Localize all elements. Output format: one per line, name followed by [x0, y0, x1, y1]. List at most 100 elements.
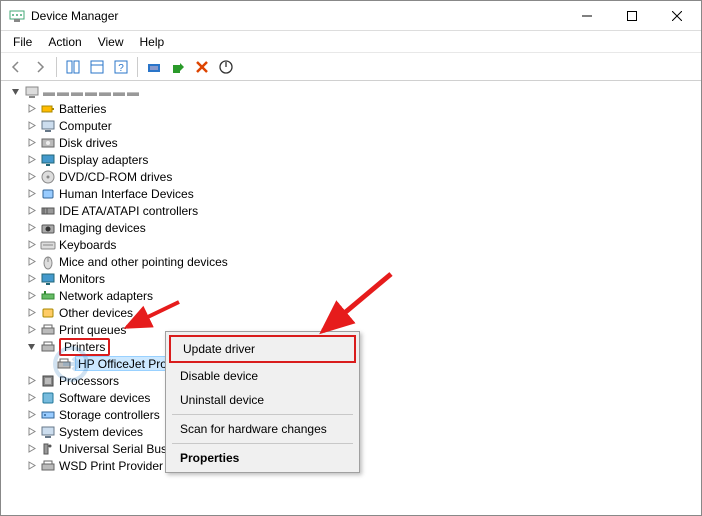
tree-category[interactable]: Human Interface Devices: [7, 185, 695, 202]
tree-category-label: Imaging devices: [59, 221, 146, 235]
device-category-icon: [40, 288, 56, 304]
chevron-right-icon[interactable]: [25, 205, 37, 217]
chevron-right-icon[interactable]: [25, 188, 37, 200]
ctx-update-driver[interactable]: Update driver: [169, 335, 356, 363]
titlebar: Device Manager: [1, 1, 701, 31]
toolbar-separator: [56, 57, 57, 77]
device-category-icon: [40, 237, 56, 253]
chevron-right-icon[interactable]: [25, 154, 37, 166]
device-category-icon: [40, 220, 56, 236]
chevron-down-icon[interactable]: [9, 86, 21, 98]
minimize-button[interactable]: [564, 2, 609, 30]
tree-category[interactable]: Computer: [7, 117, 695, 134]
device-category-icon: [40, 101, 56, 117]
tree-root-label: ▬▬▬▬▬▬▬: [43, 85, 141, 99]
printer-icon: [56, 356, 72, 372]
ctx-disable-device[interactable]: Disable device: [168, 364, 357, 388]
tree-category-label: Batteries: [59, 102, 106, 116]
device-category-icon: [40, 373, 56, 389]
device-category-icon: [40, 169, 56, 185]
svg-text:?: ?: [118, 63, 124, 74]
device-category-icon: [40, 305, 56, 321]
ctx-scan-hardware[interactable]: Scan for hardware changes: [168, 417, 357, 441]
chevron-right-icon[interactable]: [25, 256, 37, 268]
device-category-icon: [40, 424, 56, 440]
device-category-icon: [40, 339, 56, 355]
tree-category-label: Monitors: [59, 272, 105, 286]
uninstall-button[interactable]: [191, 56, 213, 78]
tree-category-label: System devices: [59, 425, 143, 439]
chevron-right-icon[interactable]: [25, 137, 37, 149]
device-category-icon: [40, 135, 56, 151]
tree-category[interactable]: DVD/CD-ROM drives: [7, 168, 695, 185]
device-category-icon: [40, 271, 56, 287]
tree-category-label: IDE ATA/ATAPI controllers: [59, 204, 198, 218]
ctx-separator: [172, 443, 353, 444]
chevron-right-icon[interactable]: [25, 443, 37, 455]
tree-category-label: Print queues: [59, 323, 126, 337]
forward-button[interactable]: [29, 56, 51, 78]
tree-category-label: DVD/CD-ROM drives: [59, 170, 172, 184]
properties-button[interactable]: [86, 56, 108, 78]
ctx-separator: [172, 414, 353, 415]
chevron-right-icon[interactable]: [25, 409, 37, 421]
device-category-icon: [40, 407, 56, 423]
chevron-right-icon[interactable]: [25, 120, 37, 132]
tree-category-label: Software devices: [59, 391, 150, 405]
chevron-right-icon[interactable]: [25, 273, 37, 285]
tree-category-label: Disk drives: [59, 136, 118, 150]
tree-category[interactable]: Batteries: [7, 100, 695, 117]
chevron-right-icon[interactable]: [25, 392, 37, 404]
show-hide-tree-button[interactable]: [62, 56, 84, 78]
menu-help[interactable]: Help: [132, 33, 173, 51]
tree-category[interactable]: Disk drives: [7, 134, 695, 151]
update-driver-button[interactable]: [167, 56, 189, 78]
chevron-right-icon[interactable]: [25, 239, 37, 251]
chevron-right-icon[interactable]: [25, 426, 37, 438]
device-category-icon: [40, 322, 56, 338]
tree-category[interactable]: Network adapters: [7, 287, 695, 304]
menu-action[interactable]: Action: [40, 33, 89, 51]
scan-hardware-button[interactable]: [143, 56, 165, 78]
chevron-right-icon[interactable]: [25, 375, 37, 387]
chevron-right-icon[interactable]: [25, 460, 37, 472]
app-icon: [9, 8, 25, 24]
chevron-right-icon[interactable]: [25, 307, 37, 319]
ctx-properties[interactable]: Properties: [168, 446, 357, 470]
menu-view[interactable]: View: [90, 33, 132, 51]
device-category-icon: [40, 203, 56, 219]
tree-category-label: Computer: [59, 119, 112, 133]
tree-category[interactable]: IDE ATA/ATAPI controllers: [7, 202, 695, 219]
chevron-right-icon[interactable]: [25, 324, 37, 336]
help-button[interactable]: ?: [110, 56, 132, 78]
computer-icon: [24, 84, 40, 100]
tree-category-label: Printers: [59, 338, 110, 356]
device-category-icon: [40, 458, 56, 474]
maximize-button[interactable]: [609, 2, 654, 30]
tree-category[interactable]: Keyboards: [7, 236, 695, 253]
tree-root[interactable]: ▬▬▬▬▬▬▬: [7, 83, 695, 100]
device-category-icon: [40, 186, 56, 202]
tree-category[interactable]: Other devices: [7, 304, 695, 321]
disable-button[interactable]: [215, 56, 237, 78]
context-menu: Update driver Disable device Uninstall d…: [165, 331, 360, 473]
menubar: File Action View Help: [1, 31, 701, 53]
tree-category-label: Mice and other pointing devices: [59, 255, 228, 269]
tree-category[interactable]: Mice and other pointing devices: [7, 253, 695, 270]
tree-category[interactable]: Imaging devices: [7, 219, 695, 236]
ctx-uninstall-device[interactable]: Uninstall device: [168, 388, 357, 412]
tree-category-label: Other devices: [59, 306, 133, 320]
chevron-right-icon[interactable]: [25, 222, 37, 234]
tree-category[interactable]: Display adapters: [7, 151, 695, 168]
tree-category[interactable]: Monitors: [7, 270, 695, 287]
device-category-icon: [40, 118, 56, 134]
close-button[interactable]: [654, 2, 699, 30]
menu-file[interactable]: File: [5, 33, 40, 51]
chevron-right-icon[interactable]: [25, 290, 37, 302]
device-category-icon: [40, 441, 56, 457]
chevron-right-icon[interactable]: [25, 171, 37, 183]
back-button[interactable]: [5, 56, 27, 78]
tree-category-label: Universal Serial Bus: [59, 442, 167, 456]
chevron-right-icon[interactable]: [25, 103, 37, 115]
chevron-down-icon[interactable]: [25, 341, 37, 353]
